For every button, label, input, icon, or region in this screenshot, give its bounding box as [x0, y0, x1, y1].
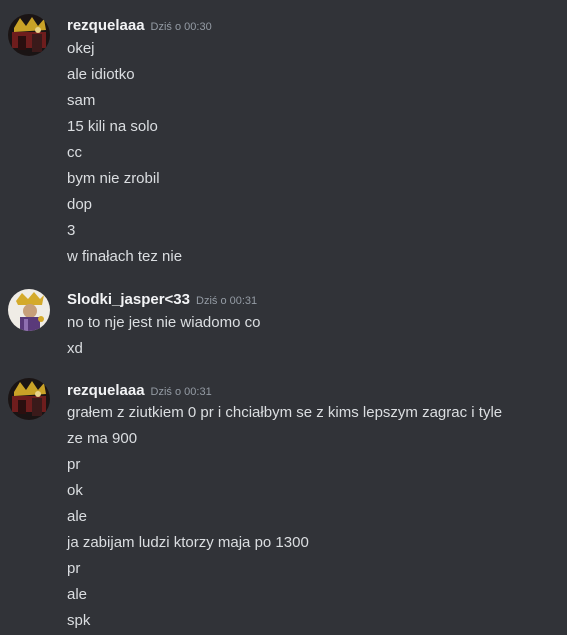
user-avatar-icon[interactable] — [8, 289, 50, 331]
message-author[interactable]: rezquelaaa — [67, 382, 145, 399]
message-text: bym nie zrobil — [67, 170, 160, 187]
message-text: ale — [67, 508, 88, 525]
chat-messages: rezquelaaa Dziś o 00:30 okej ale idiotko … — [0, 0, 567, 635]
message-text: ale — [67, 586, 88, 603]
message-text: spk — [67, 612, 91, 629]
message-text: ze ma 900 — [67, 430, 138, 447]
message-text: ale idiotko — [67, 66, 135, 83]
message-text: pr — [67, 560, 81, 577]
user-avatar-icon[interactable] — [8, 378, 50, 420]
message-author[interactable]: rezquelaaa — [67, 17, 145, 34]
message-timestamp[interactable]: Dziś o 00:30 — [151, 21, 212, 33]
message-text: grałem z ziutkiem 0 pr i chciałbym se z … — [67, 404, 503, 421]
message-text: w finałach tez nie — [67, 248, 183, 265]
message-text: no to nje jest nie wiadomo co — [67, 314, 261, 331]
message-author[interactable]: Slodki_jasper<33 — [67, 291, 190, 308]
message-text: cc — [67, 144, 82, 161]
message-text: 3 — [67, 222, 76, 239]
message-text: ok — [67, 482, 83, 499]
message-timestamp[interactable]: Dziś o 00:31 — [151, 386, 212, 398]
message-text: pr — [67, 456, 81, 473]
user-avatar-icon[interactable] — [8, 14, 50, 56]
message-text: okej — [67, 40, 95, 57]
message-text: dop — [67, 196, 93, 213]
message-text: 15 kili na solo — [67, 118, 158, 135]
message-text: ja zabijam ludzi ktorzy maja po 1300 — [67, 534, 309, 551]
message-timestamp[interactable]: Dziś o 00:31 — [196, 295, 257, 307]
message-text: sam — [67, 92, 96, 109]
message-text: xd — [67, 340, 83, 357]
